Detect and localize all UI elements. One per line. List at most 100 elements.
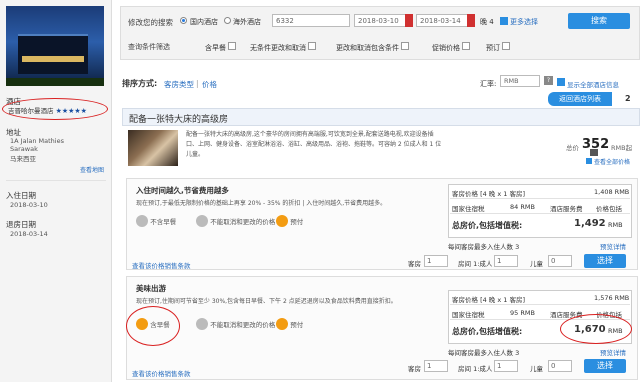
- preview-details-link[interactable]: 预览详情: [600, 241, 626, 251]
- checkout-input[interactable]: 2018-03-14: [416, 14, 472, 27]
- more-options-link[interactable]: 更多选择: [510, 17, 538, 27]
- checkbox[interactable]: [502, 42, 511, 50]
- filter-text: 更改和取消包含条件: [336, 44, 399, 52]
- checkin-label: 入住日期: [6, 191, 36, 200]
- tag-text: 预付: [290, 218, 304, 226]
- children-label: 儿童: [530, 365, 543, 373]
- total-label: 总价: [566, 144, 579, 152]
- tax-value: 84 RMB: [510, 203, 535, 211]
- tag-no-cancel: 不能取消和更改的价格: [196, 215, 275, 229]
- offer-desc: 现在预订,住期间可节省至少 30%,包含每日早餐、下午 2 点延迟退房以及食品饮…: [136, 298, 397, 305]
- sales-terms-link[interactable]: 查看该价格销售条款: [132, 368, 191, 378]
- divider: [6, 180, 106, 181]
- total-price-label: 总房价,包括增值税:: [452, 327, 523, 336]
- tag-text: 不能取消和更改的价格: [210, 218, 276, 226]
- lock-icon: [276, 318, 288, 330]
- nights-count: 晚 4: [480, 18, 494, 26]
- filter-conditional-cancel[interactable]: 更改和取消包含条件: [336, 42, 410, 53]
- plus-icon[interactable]: [557, 78, 565, 86]
- tag-no-cancel: 不能取消和更改的价格: [196, 318, 275, 332]
- children-label: 儿童: [530, 260, 543, 268]
- total-price-label: 总房价,包括增值税:: [452, 221, 523, 230]
- room-title: 配备一张特大床的高级房: [122, 108, 640, 126]
- filter-prepay[interactable]: 预订: [486, 42, 511, 53]
- filter-label: 查询条件筛选: [128, 43, 170, 51]
- price-header: 客房价格 [4 晚 x 1 客房]: [452, 190, 526, 198]
- rooms-select[interactable]: 1: [424, 255, 448, 267]
- price-header-val: 1,576 RMB: [594, 294, 630, 302]
- filter-text: 预订: [486, 44, 500, 52]
- sort-label: 排序方式:: [122, 79, 158, 88]
- highlight-annotation: [560, 314, 632, 344]
- filter-promo[interactable]: 促销价格: [432, 42, 471, 53]
- filter-text: 含早餐: [205, 44, 226, 52]
- map-link[interactable]: 查看地图: [80, 165, 104, 174]
- sort-price[interactable]: 价格: [202, 79, 217, 90]
- help-icon[interactable]: ?: [544, 76, 553, 85]
- back-to-list-button[interactable]: 返回酒店列表: [548, 92, 612, 106]
- show-all-hotel-info[interactable]: 显示全部酒店信息: [567, 79, 619, 89]
- city-input[interactable]: 6332: [272, 14, 350, 27]
- page-number[interactable]: 2: [625, 94, 631, 103]
- offer-total-unit: RMB: [608, 221, 623, 229]
- service-label: 酒店服务费: [550, 205, 583, 213]
- address-line: 马来西亚: [10, 155, 36, 163]
- preview-details-link[interactable]: 预览详情: [600, 347, 626, 357]
- info-icon: [590, 149, 598, 156]
- room-photo[interactable]: [128, 130, 178, 166]
- checkin-input[interactable]: 2018-03-10: [354, 14, 410, 27]
- rooms-label: 客房: [408, 260, 421, 268]
- checkbox[interactable]: [462, 42, 471, 50]
- checkout-date: 2018-03-14: [10, 230, 48, 238]
- view-all-prices-link[interactable]: 查看全部价格: [594, 157, 630, 166]
- offer-title: 入住时间越久,节省费用越多: [136, 186, 229, 195]
- domestic-radio[interactable]: [180, 17, 187, 24]
- sort-room-type[interactable]: 客房类型: [164, 79, 194, 90]
- checkbox[interactable]: [308, 42, 317, 50]
- checkin-date: 2018-03-10: [10, 201, 48, 209]
- price-header: 客房价格 [4 晚 x 1 客房]: [452, 296, 526, 304]
- children-select[interactable]: 0: [548, 360, 572, 372]
- adults-select[interactable]: 1: [494, 360, 518, 372]
- checkbox[interactable]: [401, 42, 410, 50]
- rooms-label: 客房: [408, 365, 421, 373]
- filter-free-cancel[interactable]: 无条件更改和取消: [250, 42, 317, 53]
- tag-text: 不能取消和更改的价格: [210, 321, 276, 329]
- cross-icon: [196, 215, 208, 227]
- select-button[interactable]: 选择: [584, 254, 626, 268]
- plus-icon[interactable]: [500, 17, 508, 25]
- domestic-label[interactable]: 国内酒店: [190, 17, 218, 27]
- currency-select[interactable]: RMB: [500, 75, 540, 87]
- tax-label: 国家住宿税: [452, 311, 485, 319]
- checkout-label: 退房日期: [6, 220, 36, 229]
- max-occupancy: 每间客房最多入住人数 3: [448, 243, 520, 251]
- tag-prepay: 预付: [276, 215, 303, 229]
- rooms-select[interactable]: 1: [424, 360, 448, 372]
- sales-terms-link[interactable]: 查看该价格销售条款: [132, 260, 191, 270]
- lock-icon: [276, 215, 288, 227]
- fork-icon: [136, 215, 148, 227]
- offer-title: 美味出游: [136, 284, 166, 293]
- overseas-radio[interactable]: [224, 17, 231, 24]
- total-unit: RMB起: [611, 144, 633, 152]
- calendar-icon[interactable]: [405, 14, 413, 27]
- cross-icon: [196, 318, 208, 330]
- search-button[interactable]: 搜索: [568, 13, 630, 29]
- calendar-icon[interactable]: [467, 14, 475, 27]
- rate-label: 汇率:: [480, 80, 497, 88]
- hotel-photo[interactable]: [6, 6, 104, 86]
- overseas-label[interactable]: 海外酒店: [233, 17, 261, 27]
- tax-value: 95 RMB: [510, 309, 535, 317]
- adults-select[interactable]: 1: [494, 255, 518, 267]
- tag-text: 不含早餐: [150, 218, 177, 226]
- minus-icon[interactable]: [586, 158, 592, 164]
- highlight-annotation: [2, 98, 108, 120]
- address-line: Sarawak: [10, 145, 38, 153]
- checkbox[interactable]: [228, 42, 237, 50]
- max-occupancy: 每间客房最多入住人数 3: [448, 349, 520, 357]
- filter-breakfast[interactable]: 含早餐: [205, 42, 237, 53]
- filter-text: 促销价格: [432, 44, 460, 52]
- children-select[interactable]: 0: [548, 255, 572, 267]
- select-button[interactable]: 选择: [584, 359, 626, 373]
- tax-label: 国家住宿税: [452, 205, 485, 213]
